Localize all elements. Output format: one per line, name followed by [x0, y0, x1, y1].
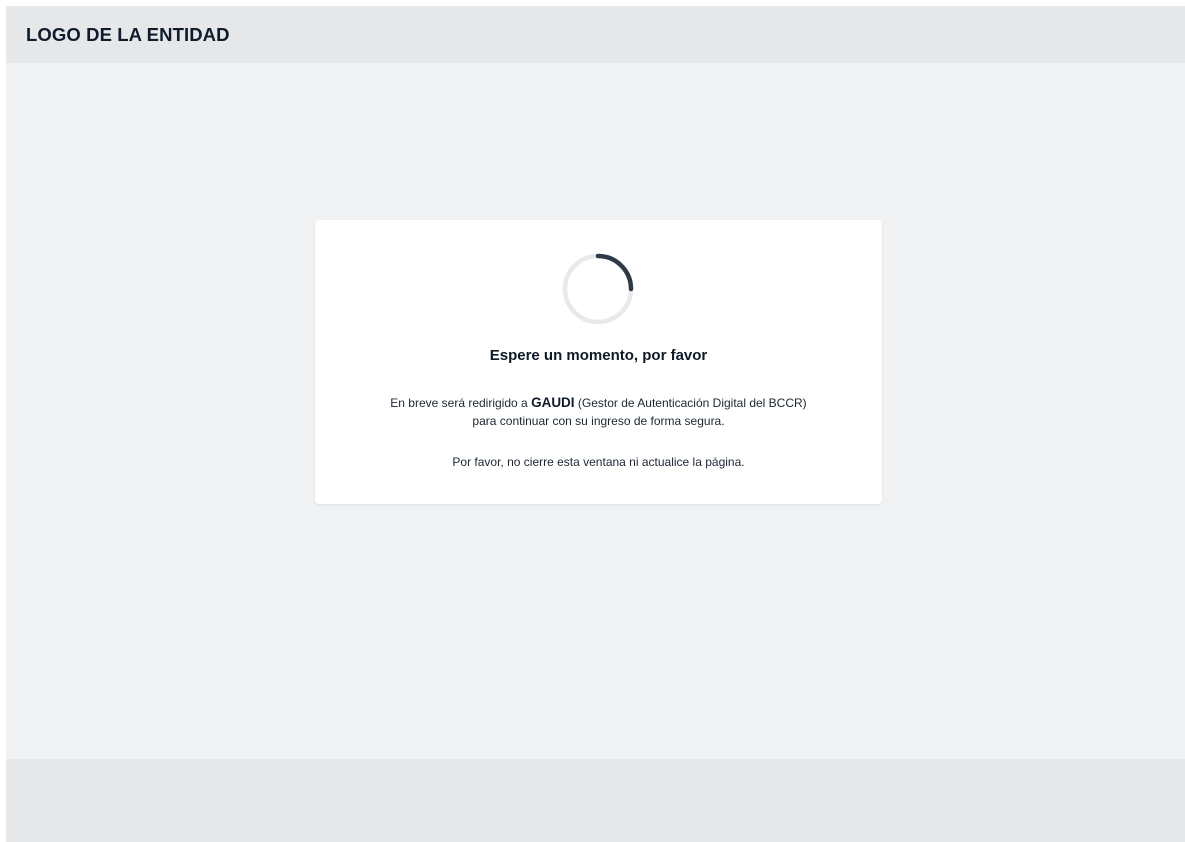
main-content: Espere un momento, por favor En breve se… — [6, 63, 1185, 759]
gaudi-brand-name: GAUDI — [531, 395, 575, 410]
page-frame: LOGO DE LA ENTIDAD Espere un momento, po… — [6, 6, 1185, 842]
warning-message: Por favor, no cierre esta ventana ni act… — [452, 455, 745, 469]
card-title: Espere un momento, por favor — [489, 347, 708, 364]
redirect-card: Espere un momento, por favor En breve se… — [315, 220, 882, 504]
redirect-message: En breve será redirigido a GAUDI (Gestor… — [315, 395, 882, 410]
redirect-message-continued: para continuar con su ingreso de forma s… — [472, 414, 725, 428]
redirect-message-prefix: En breve será redirigido a — [390, 396, 528, 410]
footer-bar — [6, 759, 1185, 842]
loading-spinner-icon — [562, 253, 634, 325]
spinner-arc — [595, 253, 634, 292]
redirect-message-suffix: (Gestor de Autenticación Digital del BCC… — [577, 396, 807, 410]
entity-logo-placeholder: LOGO DE LA ENTIDAD — [26, 23, 230, 45]
header-bar: LOGO DE LA ENTIDAD — [6, 6, 1185, 63]
